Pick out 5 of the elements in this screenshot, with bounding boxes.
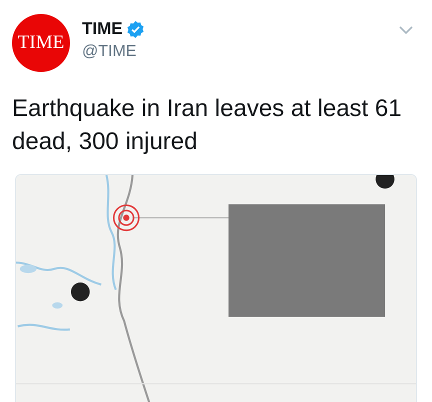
tweet-text: Earthquake in Iran leaves at least 61 dead, 300 injured	[12, 94, 403, 157]
account-handle[interactable]: @TIME	[82, 43, 387, 61]
chevron-down-icon[interactable]	[399, 26, 413, 34]
account-name[interactable]: TIME	[82, 19, 123, 39]
avatar-logo[interactable]: TIME	[12, 14, 70, 72]
